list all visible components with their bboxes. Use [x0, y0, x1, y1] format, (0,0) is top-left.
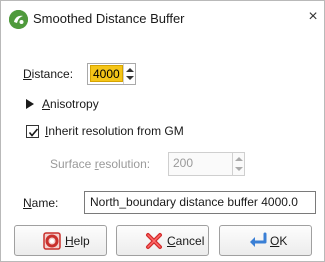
spin-down-icon[interactable] — [126, 76, 134, 80]
ok-icon[interactable] — [248, 232, 267, 250]
surface-resolution-spinbox[interactable]: 200 — [168, 152, 245, 176]
ok-button-label[interactable]: OK — [270, 234, 287, 248]
cancel-icon[interactable] — [145, 232, 163, 250]
help-button-label[interactable]: Help — [65, 234, 90, 248]
window-title: Smoothed Distance Buffer — [33, 11, 185, 26]
spin-up-icon[interactable] — [126, 68, 134, 72]
distance-stepper[interactable] — [123, 64, 135, 84]
distance-label: Distance: — [23, 67, 74, 81]
surface-resolution-label: Surface resolution: — [50, 157, 151, 171]
surface-resolution-stepper[interactable] — [232, 153, 244, 175]
inherit-resolution-checkbox[interactable] — [26, 125, 39, 138]
surface-resolution-value[interactable]: 200 — [171, 155, 195, 172]
close-icon[interactable]: × — [306, 9, 320, 25]
expand-triangle-icon[interactable] — [26, 99, 34, 109]
distance-value[interactable]: 4000 — [90, 65, 123, 82]
smoothed-distance-buffer-dialog: Smoothed Distance Buffer × Distance: 400… — [0, 0, 325, 262]
ok-button[interactable]: OK — [219, 225, 312, 256]
spin-down-icon[interactable] — [235, 167, 243, 171]
distance-spinbox[interactable]: 4000 — [87, 63, 136, 85]
app-icon — [9, 10, 28, 29]
cancel-button-label[interactable]: Cancel — [167, 234, 204, 248]
help-icon[interactable] — [43, 232, 61, 250]
anisotropy-label[interactable]: Anisotropy — [42, 97, 99, 111]
name-label: Name: — [23, 196, 59, 210]
cancel-button[interactable]: Cancel — [116, 225, 209, 256]
title-bar: Smoothed Distance Buffer × — [1, 1, 324, 37]
help-button[interactable]: Help — [14, 225, 107, 256]
spin-up-icon[interactable] — [235, 157, 243, 161]
inherit-resolution-label[interactable]: Inherit resolution from GM — [45, 124, 184, 138]
name-input[interactable]: North_boundary distance buffer 4000.0 — [84, 191, 316, 214]
